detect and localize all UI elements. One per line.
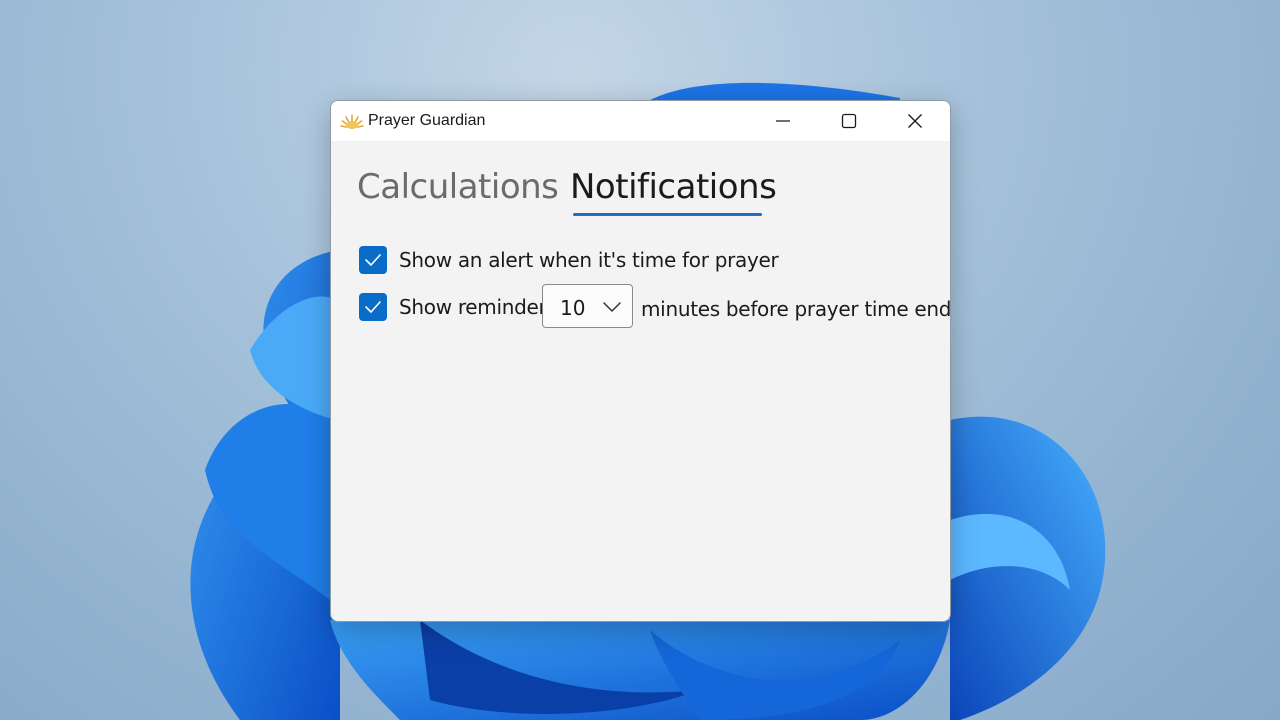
- chevron-down-icon: [603, 302, 621, 312]
- checkmark-icon: [365, 301, 381, 313]
- reminder-minutes-value: 10: [560, 296, 586, 320]
- maximize-button[interactable]: [816, 101, 882, 141]
- sun-rays-icon: [340, 114, 364, 129]
- show-alert-checkbox[interactable]: [359, 246, 387, 274]
- close-icon: [908, 114, 922, 128]
- close-button[interactable]: [882, 101, 948, 141]
- show-alert-label[interactable]: Show an alert when it's time for prayer: [399, 248, 779, 272]
- window-title: Prayer Guardian: [368, 112, 486, 129]
- tab-calculations[interactable]: Calculations: [357, 165, 559, 209]
- checkmark-icon: [365, 254, 381, 266]
- minimize-icon: [776, 120, 790, 122]
- maximize-icon: [841, 113, 857, 129]
- selected-tab-indicator: [573, 213, 762, 216]
- show-reminder-checkbox[interactable]: [359, 293, 387, 321]
- minimize-button[interactable]: [750, 101, 816, 141]
- title-bar[interactable]: Prayer Guardian: [331, 101, 950, 141]
- show-reminder-label[interactable]: Show reminder: [399, 295, 547, 319]
- reminder-suffix-label: minutes before prayer time ends: [641, 297, 951, 321]
- app-window: Prayer Guardian Calculations Notificatio…: [330, 100, 951, 622]
- tab-notifications[interactable]: Notifications: [570, 165, 777, 209]
- reminder-minutes-dropdown[interactable]: 10: [542, 284, 633, 328]
